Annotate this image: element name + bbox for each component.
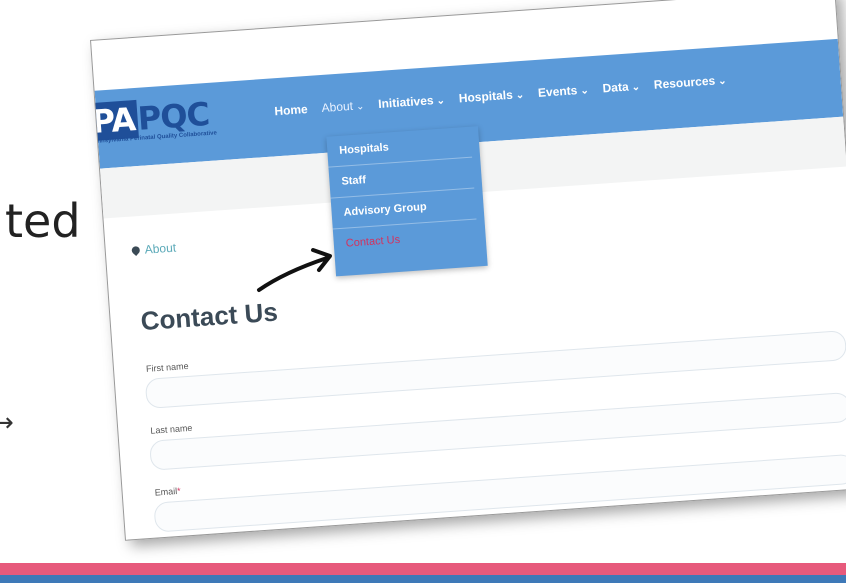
- slide-accent-bar-pink: [0, 563, 846, 575]
- nav-item-resources[interactable]: Resources ⌄: [653, 73, 727, 92]
- slide-text-line-2: ted: [5, 194, 81, 248]
- breadcrumb[interactable]: About: [130, 240, 177, 258]
- nav-item-home[interactable]: Home: [274, 102, 308, 118]
- slide-arrow-icon: →: [0, 408, 14, 438]
- email-label: Email*: [154, 485, 182, 498]
- breadcrumb-label: About: [144, 240, 177, 257]
- first-name-field[interactable]: [144, 330, 846, 409]
- chevron-down-icon: ⌄: [717, 75, 727, 88]
- email-field[interactable]: [153, 453, 846, 533]
- nav-item-hospitals[interactable]: Hospitals ⌄: [458, 87, 524, 106]
- hand-drawn-arrow-icon: [257, 248, 332, 292]
- page-title: Contact Us: [139, 296, 279, 337]
- chevron-down-icon: ⌄: [515, 89, 525, 102]
- about-dropdown-menu: Hospitals Staff Advisory Group Contact U…: [326, 126, 488, 277]
- nav-item-data[interactable]: Data ⌄: [602, 79, 640, 96]
- logo-prefix: PA: [90, 99, 140, 142]
- map-pin-icon: [130, 244, 142, 256]
- nav-item-about[interactable]: About ⌄: [321, 98, 365, 115]
- last-name-label: Last name: [150, 422, 193, 436]
- nav-item-initiatives[interactable]: Initiatives ⌄: [378, 92, 446, 111]
- website-screenshot: PAPQC Pennsylvania Perinatal Quality Col…: [90, 0, 846, 541]
- slide-accent-bar-blue: [0, 575, 846, 583]
- main-menu: Home About ⌄ Initiatives ⌄ Hospitals ⌄ Even…: [274, 73, 727, 119]
- nav-item-events[interactable]: Events ⌄: [538, 82, 590, 100]
- last-name-field[interactable]: [149, 391, 846, 471]
- site-logo[interactable]: PAPQC Pennsylvania Perinatal Quality Col…: [90, 95, 217, 154]
- chevron-down-icon: ⌄: [631, 81, 641, 94]
- chevron-down-icon: ⌄: [580, 85, 590, 97]
- required-marker: *: [176, 485, 182, 497]
- chevron-down-icon: ⌄: [355, 101, 365, 113]
- chevron-down-icon: ⌄: [436, 95, 446, 107]
- first-name-label: First name: [145, 360, 189, 374]
